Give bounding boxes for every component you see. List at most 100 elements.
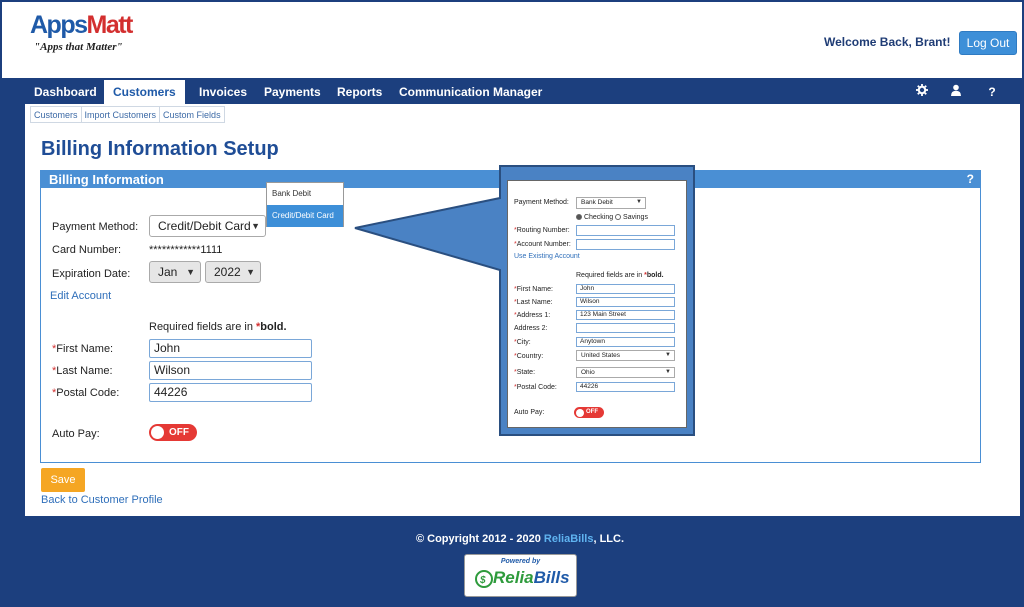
account-type-radios: Checking Savings <box>576 214 648 221</box>
inset-account-input[interactable] <box>576 239 675 250</box>
last-name-input[interactable]: Wilson <box>149 361 312 380</box>
inset-use-existing-link[interactable]: Use Existing Account <box>514 253 580 260</box>
chevron-down-icon: ▼ <box>665 352 671 358</box>
expiration-date-label: Expiration Date: <box>52 268 131 280</box>
logo-wordmark: AppsMatt <box>30 11 134 39</box>
inset-routing-label: *Routing Number: <box>514 227 570 234</box>
inset-auto-pay-label: Auto Pay: <box>514 409 545 416</box>
inset-last-name-label-text: Last Name: <box>516 299 553 306</box>
help-icon[interactable]: ? <box>984 83 1000 101</box>
logo-tagline: "Apps that Matter" <box>34 41 123 53</box>
chevron-down-icon: ▼ <box>246 267 255 277</box>
inset-payment-method-value: Bank Debit <box>581 199 613 206</box>
gear-icon[interactable] <box>914 83 930 101</box>
auto-pay-state: OFF <box>169 427 189 438</box>
inset-first-name-label-text: First Name: <box>516 286 553 293</box>
panel-help-icon[interactable]: ? <box>967 171 974 188</box>
payment-method-dropdown: Bank Debit Credit/Debit Card <box>266 182 344 227</box>
inset-last-name-input[interactable]: Wilson <box>576 297 675 307</box>
footer-brand-link[interactable]: ReliaBills <box>544 533 594 545</box>
required-note-text: Required fields are in <box>149 321 253 333</box>
exp-year-select[interactable]: 2022 ▼ <box>205 261 261 283</box>
inset-auto-pay-toggle[interactable]: OFF <box>574 407 604 418</box>
inset-city-label-text: City: <box>516 339 531 346</box>
inset-first-name-label: *First Name: <box>514 286 553 293</box>
copyright-suffix: , LLC. <box>593 533 625 545</box>
inset-country-label-text: Country: <box>516 353 544 360</box>
postal-code-label: *Postal Code: <box>52 387 119 399</box>
payment-method-value: Credit/Debit Card <box>158 219 251 233</box>
inset-required-note-text: Required fields are in <box>576 272 643 279</box>
exp-year-value: 2022 <box>214 265 241 279</box>
option-bank-debit[interactable]: Bank Debit <box>267 183 343 205</box>
sub-nav: Customers Import Customers Custom Fields <box>30 106 225 123</box>
subnav-import-customers[interactable]: Import Customers <box>82 107 161 122</box>
nav-reports[interactable]: Reports <box>337 80 382 104</box>
inset-country-select[interactable]: United States ▼ <box>576 350 675 361</box>
bank-debit-preview: Payment Method: Bank Debit ▼ Checking Sa… <box>507 180 687 428</box>
inset-postal-input[interactable]: 44226 <box>576 382 675 392</box>
inset-postal-label: *Postal Code: <box>514 384 557 391</box>
nav-customers[interactable]: Customers <box>104 80 185 104</box>
reliabills-logo: $ ReliaBills <box>475 568 570 588</box>
payment-method-select[interactable]: Credit/Debit Card ▼ <box>149 215 266 237</box>
option-credit-debit-card[interactable]: Credit/Debit Card <box>267 205 343 227</box>
auto-pay-toggle[interactable]: OFF <box>149 424 197 441</box>
inset-address2-label: Address 2: <box>514 325 548 332</box>
inset-country-label: *Country: <box>514 353 543 360</box>
subnav-custom-fields[interactable]: Custom Fields <box>160 107 224 122</box>
radio-savings-label: Savings <box>623 214 648 221</box>
required-bold-text: bold. <box>260 321 287 333</box>
user-icon[interactable] <box>948 83 964 101</box>
inset-address1-label-text: Address 1: <box>516 312 551 319</box>
radio-checking-label: Checking <box>583 214 614 221</box>
inset-city-label: *City: <box>514 339 531 346</box>
appsmatt-logo[interactable]: AppsMatt "Apps that Matter" <box>30 11 134 54</box>
inset-first-name-input[interactable]: John <box>576 284 675 294</box>
inset-account-label: *Account Number: <box>514 241 571 248</box>
card-number-label: Card Number: <box>52 244 122 256</box>
logo-word-matt: Matt <box>86 11 134 39</box>
badge-word-relia: Relia <box>493 568 534 587</box>
inset-routing-label-text: Routing Number: <box>516 227 570 234</box>
back-to-customer-profile-link[interactable]: Back to Customer Profile <box>41 494 163 506</box>
nav-dashboard[interactable]: Dashboard <box>34 80 97 104</box>
subnav-customers[interactable]: Customers <box>31 107 82 122</box>
inset-state-select[interactable]: Ohio ▼ <box>576 367 675 378</box>
copyright-prefix: © Copyright 2012 - 2020 <box>415 533 541 545</box>
save-button[interactable]: Save <box>41 468 85 492</box>
inset-routing-input[interactable] <box>576 225 675 236</box>
toggle-knob <box>576 408 584 417</box>
radio-checking-icon[interactable] <box>576 214 582 221</box>
first-name-input[interactable]: John <box>149 339 312 358</box>
powered-by-badge[interactable]: Powered by $ ReliaBills <box>464 554 577 597</box>
inset-address1-input[interactable]: 123 Main Street <box>576 310 675 320</box>
chevron-down-icon: ▼ <box>636 199 642 205</box>
nav-invoices[interactable]: Invoices <box>199 80 247 104</box>
inset-required-note: Required fields are in *bold. <box>576 272 664 279</box>
exp-month-select[interactable]: Jan ▼ <box>149 261 201 283</box>
postal-code-input[interactable]: 44226 <box>149 383 312 402</box>
inset-address1-label: *Address 1: <box>514 312 550 319</box>
inset-city-input[interactable]: Anytown <box>576 337 675 347</box>
inset-state-value: Ohio <box>581 369 595 376</box>
page-title: Billing Information Setup <box>41 138 279 160</box>
radio-savings-icon[interactable] <box>615 214 622 221</box>
svg-text:$: $ <box>479 575 486 586</box>
inset-payment-method-select[interactable]: Bank Debit ▼ <box>576 197 646 209</box>
footer-copyright: © Copyright 2012 - 2020 ReliaBills, LLC. <box>0 533 1024 545</box>
exp-month-value: Jan <box>158 265 178 279</box>
logout-button[interactable]: Log Out <box>959 31 1017 55</box>
card-number-value: ************1111 <box>149 244 223 256</box>
panel-heading-text: Billing Information <box>49 172 164 187</box>
inset-payment-method-label: Payment Method: <box>514 199 569 206</box>
inset-account-label-text: Account Number: <box>516 241 571 248</box>
logo-word-apps: Apps <box>30 11 88 39</box>
main-nav: Dashboard Customers Invoices Payments Re… <box>25 80 1020 104</box>
nav-communication-manager[interactable]: Communication Manager <box>399 80 542 104</box>
chevron-down-icon: ▼ <box>251 221 260 231</box>
edit-account-link[interactable]: Edit Account <box>50 290 111 302</box>
inset-address2-input[interactable] <box>576 323 675 333</box>
reliabills-icon: $ <box>475 569 493 588</box>
nav-payments[interactable]: Payments <box>264 80 321 104</box>
